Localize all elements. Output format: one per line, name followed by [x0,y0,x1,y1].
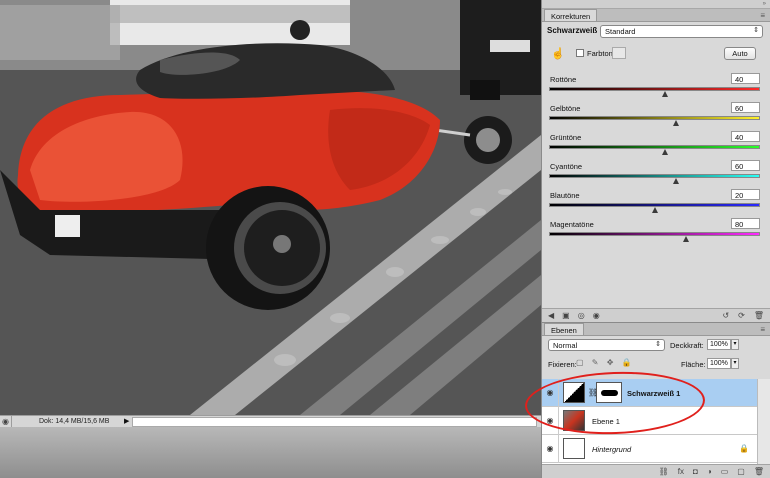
slider-greens: Grüntöne 40 [542,128,770,157]
slider-label: Grüntöne [550,133,582,142]
new-layer-icon[interactable]: ▢ [737,467,745,476]
slider-value-input[interactable]: 40 [731,131,760,142]
eye-icon[interactable]: ◉ [542,435,559,463]
blend-mode-value: Normal [553,341,578,350]
collapse-icon[interactable]: » [763,1,766,7]
layer-row-background[interactable]: ◉ Hintergrund 🔒 [542,435,757,463]
adjustments-panel: » Korrekturen ≡ Schwarzweiß Standard ⇕ ☝… [541,0,770,322]
layers-scrollbar[interactable] [757,379,770,465]
preset-dropdown[interactable]: Standard ⇕ [600,25,763,38]
opacity-input[interactable]: 100% [707,339,731,350]
panel-menu-icon[interactable]: ≡ [760,11,765,20]
adjustment-header: Schwarzweiß Standard ⇕ [542,22,770,40]
photo-illustration [0,0,541,415]
targeted-adjustment-icon[interactable]: ☝ [551,47,565,60]
slider-track[interactable] [549,87,760,91]
slider-value-input[interactable]: 60 [731,102,760,113]
navigator-icon[interactable]: ◉ [0,415,12,428]
workspace-background [0,427,541,478]
layers-tabbar: Ebenen ≡ [542,323,770,336]
slider-thumb[interactable] [662,91,669,97]
horizontal-scrollbar[interactable] [132,416,537,427]
slider-label: Magentatöne [550,220,594,229]
slider-thumb[interactable] [672,120,679,126]
trash-icon[interactable]: 🗑 [754,467,764,476]
fill-input[interactable]: 100% [707,358,731,369]
layer-name: Hintergrund [592,445,632,454]
chevron-updown-icon: ⇕ [753,27,759,34]
slider-track[interactable] [549,174,760,178]
fill-arrow-icon[interactable]: ▾ [731,358,739,369]
blend-mode-dropdown[interactable]: Normal ⇕ [548,339,665,351]
slider-reds: Rottöne 40 [542,70,770,99]
slider-value-input[interactable]: 40 [731,73,760,84]
adjustments-tabbar: Korrekturen ≡ [542,9,770,22]
photoshop-window: ◉ Dok: 14,4 MB/15,6 MB ▶ » Korrekturen ≡… [0,0,770,478]
refresh-icon[interactable]: ⟳ [738,311,745,320]
slider-track[interactable] [549,232,760,236]
slider-label: Gelbtöne [550,104,581,113]
opacity-label: Deckkraft: [670,341,704,350]
new-group-icon[interactable]: ▭ [721,467,729,476]
adjustments-footer: ◀ ▣ ◎ ◉ ↺ ⟳ 🗑 [542,308,770,322]
adjustment-title: Schwarzweiß [547,26,598,35]
slider-value-input[interactable]: 80 [731,218,760,229]
status-bar: ◉ Dok: 14,4 MB/15,6 MB ▶ [0,415,541,428]
tab-adjustments[interactable]: Korrekturen [544,9,598,21]
add-mask-icon[interactable]: ◘ [693,467,698,476]
preset-value: Standard [605,27,636,36]
tint-row: ☝ Farbton Auto [542,40,770,70]
slider-yellows: Gelbtöne 60 [542,99,770,128]
layer-thumbnail [563,438,585,459]
lock-options-icon[interactable]: ▢ ✎ ✥ 🔒 [576,358,635,367]
slider-track[interactable] [549,116,760,120]
tint-label: Farbton [587,49,613,58]
slider-value-input[interactable]: 20 [731,189,760,200]
document-size-info: Dok: 14,4 MB/15,6 MB [39,418,110,425]
slider-thumb[interactable] [662,149,669,155]
slider-label: Blautöne [550,191,580,200]
slider-label: Rottöne [550,75,577,84]
lock-label: Fixieren: [548,360,577,369]
back-arrow-icon[interactable]: ◀ [548,311,554,320]
lock-row: Fixieren: ▢ ✎ ✥ 🔒 Fläche: 100% ▾ [542,357,770,372]
slider-cyans: Cyantöne 60 [542,157,770,186]
auto-button[interactable]: Auto [724,47,756,60]
link-layers-icon[interactable]: ⛓ [659,467,669,476]
slider-magentas: Magentatöne 80 [542,215,770,244]
visibility-eye-icon[interactable]: ◎ [578,311,585,320]
document-canvas[interactable] [0,0,541,415]
chevron-updown-icon: ⇕ [655,341,661,348]
opacity-arrow-icon[interactable]: ▾ [731,339,739,350]
status-menu-arrow-icon[interactable]: ▶ [124,417,132,427]
slider-thumb[interactable] [672,178,679,184]
trash-icon[interactable]: 🗑 [754,311,764,320]
fill-label: Fläche: [681,360,706,369]
tint-color-swatch[interactable] [612,47,626,59]
reset-icon[interactable]: ↺ [722,311,729,320]
tab-layers[interactable]: Ebenen [544,323,584,335]
view-previous-icon[interactable]: ◉ [593,311,600,320]
slider-thumb[interactable] [651,207,658,213]
tint-checkbox[interactable] [576,49,584,57]
layers-footer: ⛓ fx ◘ ◑ ▭ ▢ 🗑 [542,464,770,478]
slider-value-input[interactable]: 60 [731,160,760,171]
blend-row: Normal ⇕ Deckkraft: 100% ▾ [542,338,770,353]
color-sliders: Rottöne 40 Gelbtöne 60 Grüntöne 40 Cyant… [542,70,770,244]
fx-icon[interactable]: fx [678,467,684,476]
slider-thumb[interactable] [683,236,690,242]
slider-blues: Blautöne 20 [542,186,770,215]
panel-menu-icon[interactable]: ≡ [760,325,765,334]
panel-top-bar[interactable]: » [542,0,770,9]
clip-to-layer-icon[interactable]: ▣ [562,311,570,320]
lock-icon: 🔒 [739,444,749,453]
new-adjustment-icon[interactable]: ◑ [707,467,712,476]
slider-track[interactable] [549,145,760,149]
slider-label: Cyantöne [550,162,583,171]
